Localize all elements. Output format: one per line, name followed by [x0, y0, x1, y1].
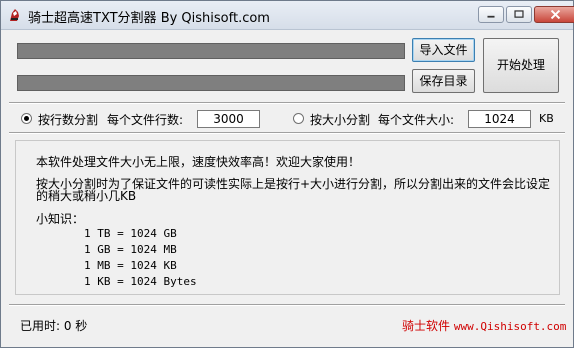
- divider-middle: [9, 132, 565, 134]
- split-by-size-radio[interactable]: [293, 113, 304, 124]
- import-file-button[interactable]: 导入文件: [412, 38, 475, 62]
- conversion-line: 1 MB = 1024 KB: [84, 259, 177, 272]
- divider-top: [9, 102, 565, 104]
- maximize-icon: [514, 10, 524, 18]
- lines-per-file-label: 每个文件行数:: [107, 113, 184, 127]
- brand-website: www.Qishisoft.com: [453, 320, 567, 333]
- split-by-lines-label[interactable]: 按行数分割: [38, 111, 98, 128]
- brand-link[interactable]: 骑士软件 www.Qishisoft.com: [402, 317, 566, 334]
- info-line-3: 的稍大或稍小几KB: [36, 189, 137, 203]
- split-by-size-label[interactable]: 按大小分割: [310, 111, 370, 128]
- conversion-line: 1 TB = 1024 GB: [84, 227, 177, 240]
- title-bar[interactable]: 骑士超高速TXT分割器 By Qishisoft.com: [1, 1, 574, 30]
- close-button[interactable]: [534, 6, 574, 23]
- maximize-button[interactable]: [506, 6, 532, 23]
- input-file-path-field[interactable]: [17, 43, 405, 59]
- size-per-file-input[interactable]: 1024: [468, 110, 531, 128]
- info-line-1: 本软件处理文件大小无上限，速度快效率高！欢迎大家使用！: [36, 155, 361, 169]
- close-icon: [550, 9, 561, 20]
- conversion-line: 1 KB = 1024 Bytes: [84, 275, 197, 288]
- output-dir-path-field[interactable]: [17, 75, 405, 91]
- conversion-line: 1 GB = 1024 MB: [84, 243, 177, 256]
- start-processing-button[interactable]: 开始处理: [483, 38, 559, 93]
- split-by-lines-radio[interactable]: [21, 113, 32, 124]
- minimize-icon: [487, 15, 495, 18]
- tips-title: 小知识：: [36, 212, 85, 226]
- app-window: 骑士超高速TXT分割器 By Qishisoft.com 导入文件 保存目录 开…: [0, 0, 574, 348]
- save-directory-button[interactable]: 保存目录: [412, 69, 475, 93]
- lines-per-file-input[interactable]: 3000: [197, 110, 260, 128]
- size-per-file-label: 每个文件大小:: [378, 113, 455, 127]
- brand-name: 骑士软件: [402, 319, 451, 333]
- divider-bottom: [9, 304, 565, 306]
- elapsed-time-label: 已用时: 0 秒: [20, 319, 88, 333]
- app-logo-icon: [10, 9, 19, 21]
- minimize-button[interactable]: [478, 6, 504, 23]
- size-unit-label: KB: [539, 112, 554, 125]
- window-title: 骑士超高速TXT分割器 By Qishisoft.com: [28, 11, 270, 26]
